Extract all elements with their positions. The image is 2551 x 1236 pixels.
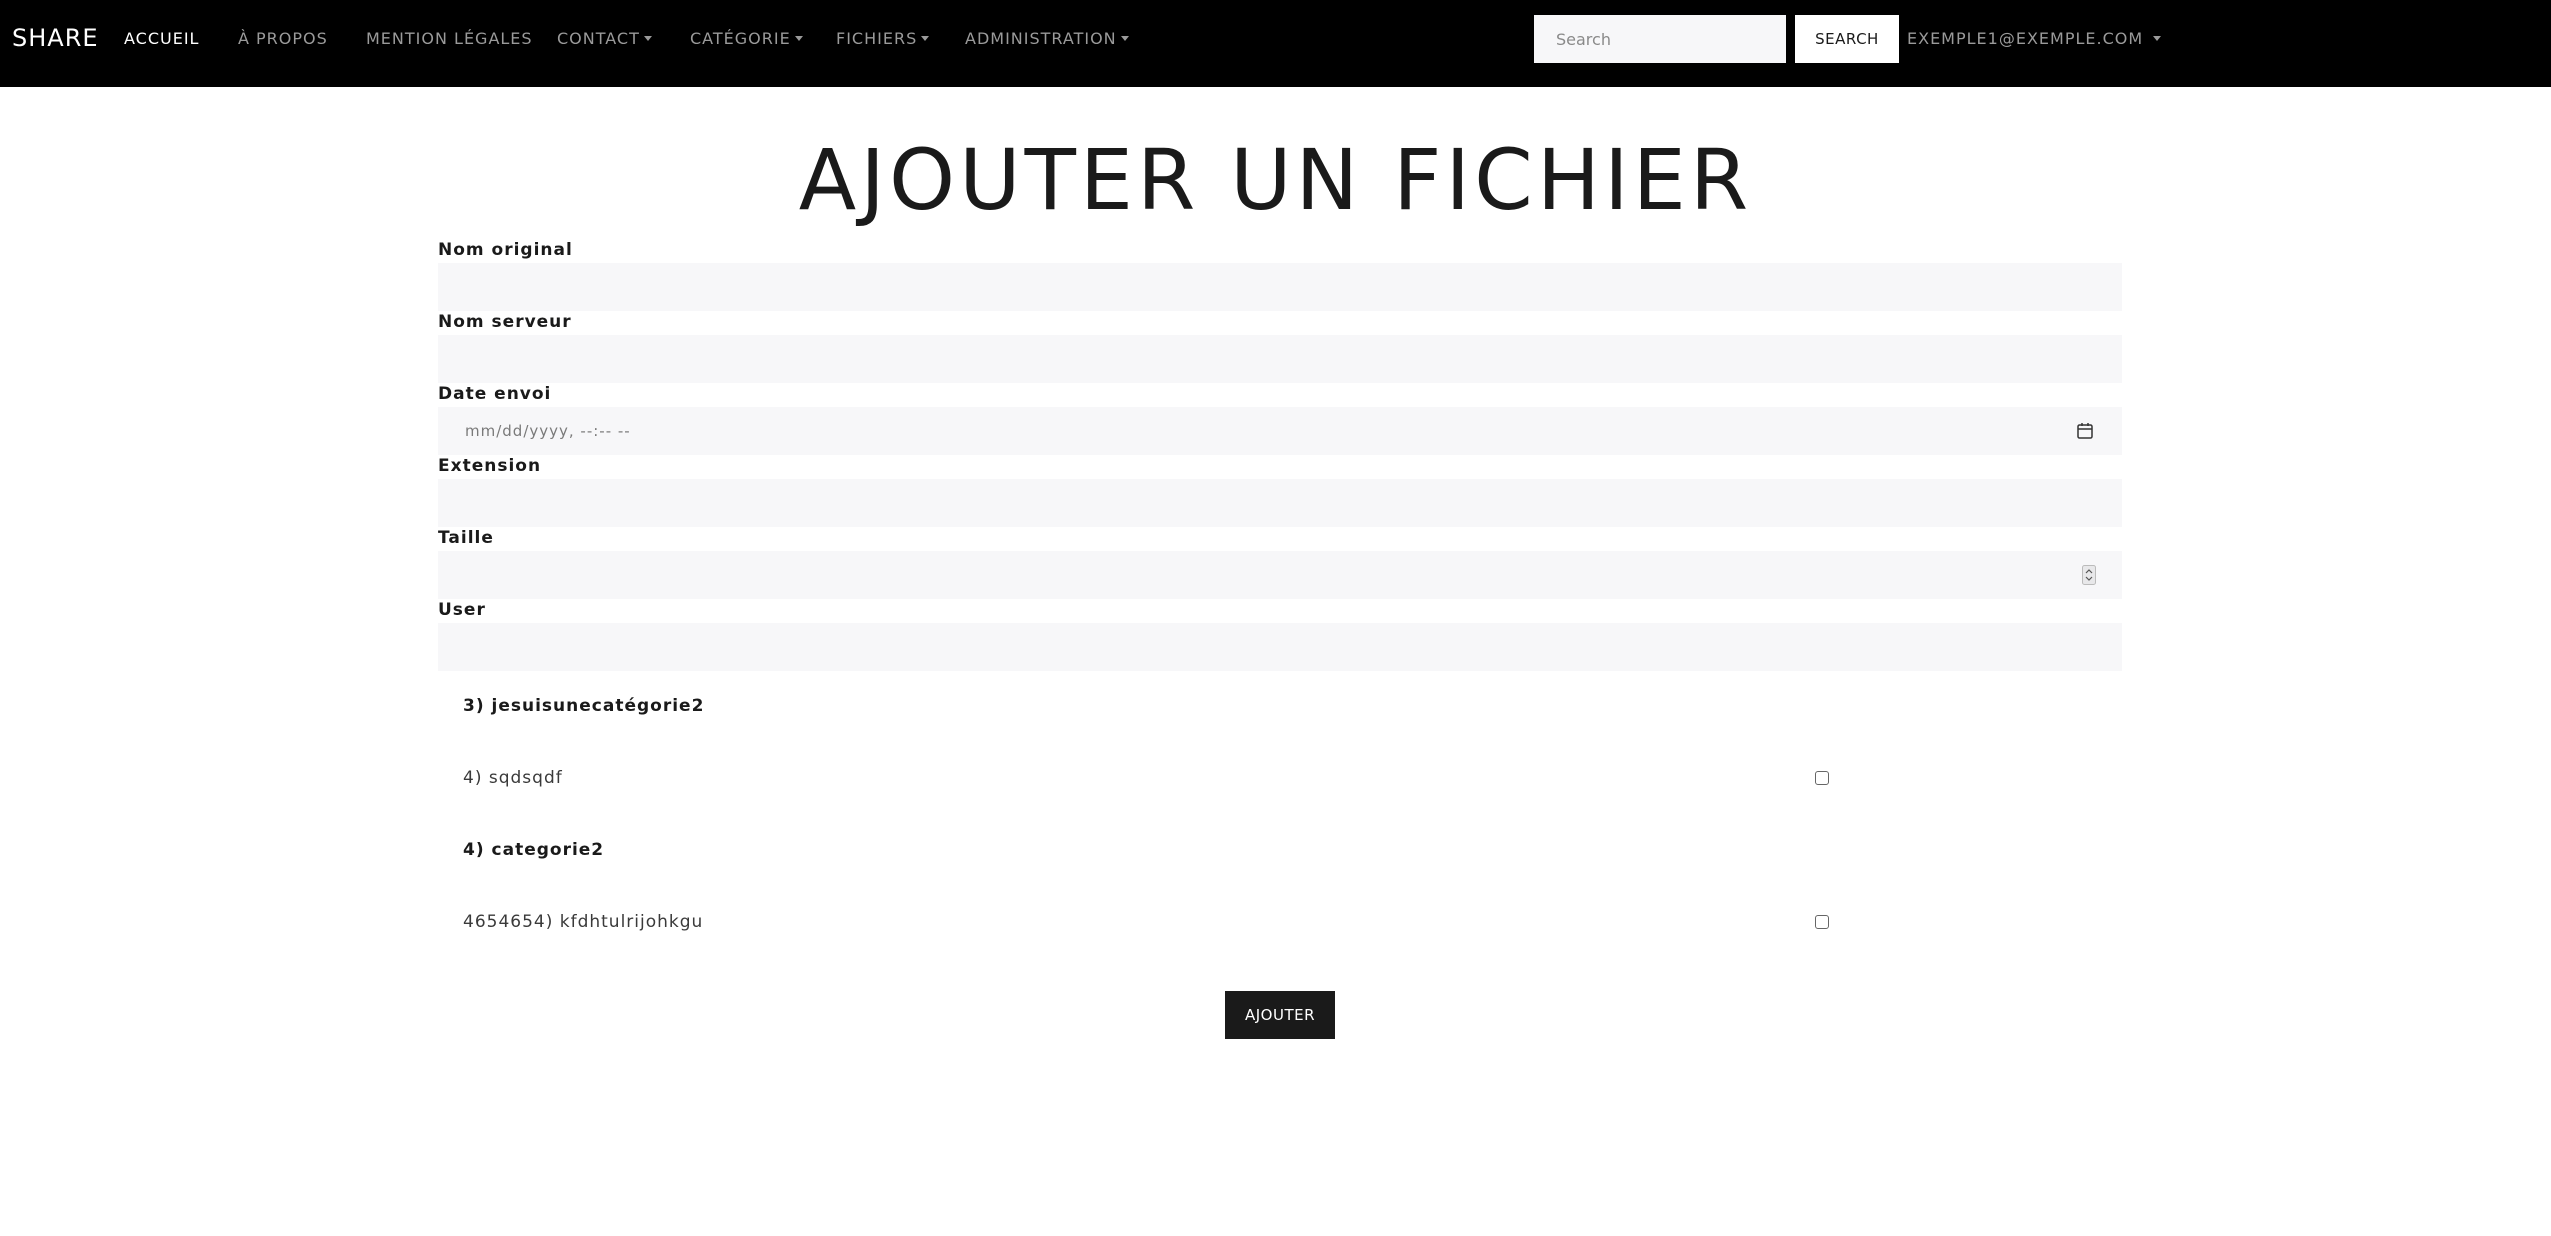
field-label-nom-original: Nom original [438,240,573,260]
calendar-icon[interactable] [2076,422,2094,440]
chevron-down-icon [921,36,930,41]
chevron-down-icon [2153,36,2162,41]
nav-link-accueil[interactable]: ACCUEIL [124,29,199,48]
chevron-down-icon [1120,36,1129,41]
extension-input[interactable] [438,479,2122,527]
nav-dropdown-fichiers[interactable]: FICHIERS [836,29,930,48]
taille-input[interactable] [438,551,2122,599]
spinner-icon[interactable] [2082,565,2096,585]
category-item-checkbox[interactable] [1815,771,1829,785]
category-item-label: 4654654) kfdhtulrijohkgu [463,912,704,932]
category-header: 4) categorie2 [463,840,605,860]
date-envoi-input[interactable]: mm/dd/yyyy, --:-- -- [438,407,2122,455]
user-menu-dropdown[interactable]: EXEMPLE1@EXEMPLE.COM [1907,29,2162,48]
nav-link-label: CONTACT [557,29,640,48]
nom-original-input[interactable] [438,263,2122,311]
category-item-checkbox[interactable] [1815,915,1829,929]
user-input[interactable] [438,623,2122,671]
date-placeholder: mm/dd/yyyy, --:-- -- [465,422,631,440]
field-label-user: User [438,600,486,620]
nom-serveur-input[interactable] [438,335,2122,383]
navbar: SHARE ACCUEIL À PROPOS MENTION LÉGALES C… [0,0,2551,87]
brand-link[interactable]: SHARE [12,24,99,52]
nav-dropdown-categorie[interactable]: CATÉGORIE [690,29,803,48]
field-label-taille: Taille [438,528,494,548]
chevron-down-icon [794,36,803,41]
category-header: 3) jesuisunecatégorie2 [463,696,705,716]
nav-link-mention-legales[interactable]: MENTION LÉGALES [366,29,533,48]
nav-dropdown-contact[interactable]: CONTACT [557,29,652,48]
nav-dropdown-administration[interactable]: ADMINISTRATION [965,29,1129,48]
field-label-extension: Extension [438,456,542,476]
chevron-down-icon [643,36,652,41]
search-input[interactable] [1534,15,1786,63]
nav-link-label: CATÉGORIE [690,29,791,48]
ajouter-button[interactable]: AJOUTER [1225,991,1335,1039]
field-label-date-envoi: Date envoi [438,384,552,404]
field-label-nom-serveur: Nom serveur [438,312,572,332]
nav-link-a-propos[interactable]: À PROPOS [238,29,328,48]
nav-link-label: FICHIERS [836,29,918,48]
search-button[interactable]: SEARCH [1795,15,1899,63]
nav-link-label: ADMINISTRATION [965,29,1117,48]
category-item-label: 4) sqdsqdf [463,768,563,788]
page-title: AJOUTER UN FICHIER [798,131,1753,229]
user-email: EXEMPLE1@EXEMPLE.COM [1907,29,2144,48]
